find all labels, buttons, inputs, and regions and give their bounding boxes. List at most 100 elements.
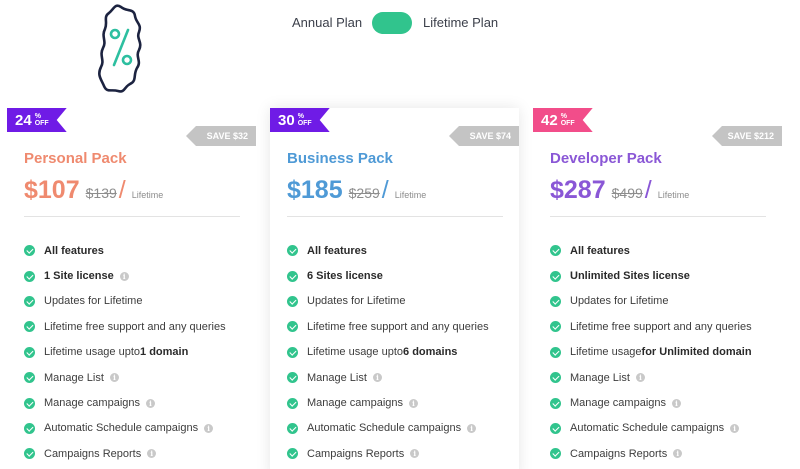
feature-text: Lifetime usage upto [44, 346, 141, 359]
off-label: OFF [34, 120, 49, 127]
info-icon[interactable]: i [410, 449, 420, 459]
feature-text: Lifetime free support and any queries [44, 320, 226, 333]
feature-item: 6 Sites license [287, 263, 489, 288]
info-icon[interactable]: i [119, 271, 129, 281]
feature-item: Lifetime free support and any queries [550, 314, 752, 339]
feature-text: Updates for Lifetime [570, 295, 669, 308]
pricing-card-personal: 24% OFF SAVE $32 Personal Pack $107 $139/ Life… [7, 108, 256, 469]
check-circle-icon [287, 448, 298, 460]
divider [287, 216, 503, 217]
feature-item: All features [287, 238, 489, 263]
lifetime-plan-label[interactable]: Lifetime Plan [423, 15, 498, 30]
info-icon[interactable]: i [372, 373, 382, 383]
feature-item: Automatic Schedule campaigns i [24, 416, 226, 441]
check-circle-icon [287, 372, 298, 384]
check-circle-icon [24, 346, 35, 358]
feature-text: Updates for Lifetime [44, 295, 143, 308]
info-icon[interactable]: i [467, 423, 477, 433]
info-icon[interactable]: i [204, 423, 214, 433]
check-circle-icon [24, 372, 35, 384]
feature-text: Lifetime free support and any queries [307, 320, 489, 333]
feature-text: Manage campaigns [307, 397, 404, 410]
feature-item: Updates for Lifetime [550, 289, 752, 314]
old-price: $139 [85, 185, 117, 201]
feature-strong-text: 6 domains [403, 346, 458, 359]
feature-item: Manage campaigns i [550, 390, 752, 415]
check-circle-icon [287, 245, 298, 257]
check-circle-icon [24, 321, 35, 333]
feature-text: Manage List [307, 371, 367, 384]
check-circle-icon [287, 295, 298, 307]
info-icon[interactable]: i [147, 449, 157, 459]
percent-sign: % [297, 113, 304, 120]
feature-item: Lifetime usage for Unlimited domain [550, 340, 752, 365]
feature-item: Manage List i [24, 365, 226, 390]
feature-text: All features [44, 244, 104, 257]
feature-text: Manage campaigns [570, 397, 667, 410]
feature-item: Campaigns Reports i [287, 441, 489, 466]
off-label: OFF [297, 120, 312, 127]
feature-item: Lifetime usage upto 6 domains [287, 340, 489, 365]
save-tag: SAVE $212 [712, 126, 782, 146]
feature-text: 1 Site license [44, 270, 114, 283]
price-period: Lifetime [131, 190, 164, 200]
check-circle-icon [24, 270, 35, 282]
feature-text: All features [570, 244, 630, 257]
check-circle-icon [550, 245, 561, 257]
check-circle-icon [287, 270, 298, 282]
price: $107 [24, 176, 80, 204]
price-period: Lifetime [394, 190, 427, 200]
check-circle-icon [287, 321, 298, 333]
annual-plan-label[interactable]: Annual Plan [292, 15, 362, 30]
info-icon[interactable]: i [146, 398, 156, 408]
price: $287 [550, 176, 606, 204]
check-circle-icon [287, 422, 298, 434]
discount-badge: 30% OFF [270, 108, 330, 132]
feature-list: All features Unlimited Sites license Updat… [550, 238, 752, 467]
discount-value: 30 [278, 111, 295, 129]
check-circle-icon [287, 346, 298, 358]
info-icon[interactable]: i [673, 449, 683, 459]
check-circle-icon [24, 422, 35, 434]
feature-text: Manage List [570, 371, 630, 384]
check-circle-icon [550, 448, 561, 460]
feature-item: Campaigns Reports i [550, 441, 752, 466]
check-circle-icon [24, 245, 35, 257]
discount-badge: 24% OFF [7, 108, 67, 132]
feature-item: Updates for Lifetime [287, 289, 489, 314]
old-price: $499 [611, 185, 643, 201]
price-slash: / [644, 176, 652, 204]
divider [550, 216, 766, 217]
divider [24, 216, 240, 217]
feature-text: Manage campaigns [44, 397, 141, 410]
feature-text: Lifetime usage [570, 346, 642, 359]
check-circle-icon [24, 448, 35, 460]
check-circle-icon [550, 422, 561, 434]
info-icon[interactable]: i [109, 373, 119, 383]
check-circle-icon [24, 397, 35, 409]
price-row: $107 $139/ Lifetime [24, 176, 163, 206]
feature-text: Updates for Lifetime [307, 295, 406, 308]
check-circle-icon [550, 295, 561, 307]
feature-text: Lifetime free support and any queries [570, 320, 752, 333]
feature-text: Automatic Schedule campaigns [307, 422, 462, 435]
plan-switch[interactable] [372, 12, 412, 34]
check-circle-icon [287, 397, 298, 409]
feature-text: Campaigns Reports [44, 447, 142, 460]
feature-text: Campaigns Reports [570, 447, 668, 460]
feature-item: Lifetime free support and any queries [24, 314, 226, 339]
feature-item: All features [550, 238, 752, 263]
info-icon[interactable]: i [730, 423, 740, 433]
pack-name: Developer Pack [550, 150, 662, 167]
off-label: OFF [560, 120, 575, 127]
price-slash: / [118, 176, 126, 204]
feature-list: All features 1 Site license i Updates for L… [24, 238, 226, 467]
price-row: $185 $259/ Lifetime [287, 176, 426, 206]
discount-value: 42 [541, 111, 558, 129]
check-circle-icon [550, 372, 561, 384]
feature-strong-text: for Unlimited domain [641, 346, 752, 359]
info-icon[interactable]: i [635, 373, 645, 383]
price: $185 [287, 176, 343, 204]
info-icon[interactable]: i [672, 398, 682, 408]
info-icon[interactable]: i [409, 398, 419, 408]
